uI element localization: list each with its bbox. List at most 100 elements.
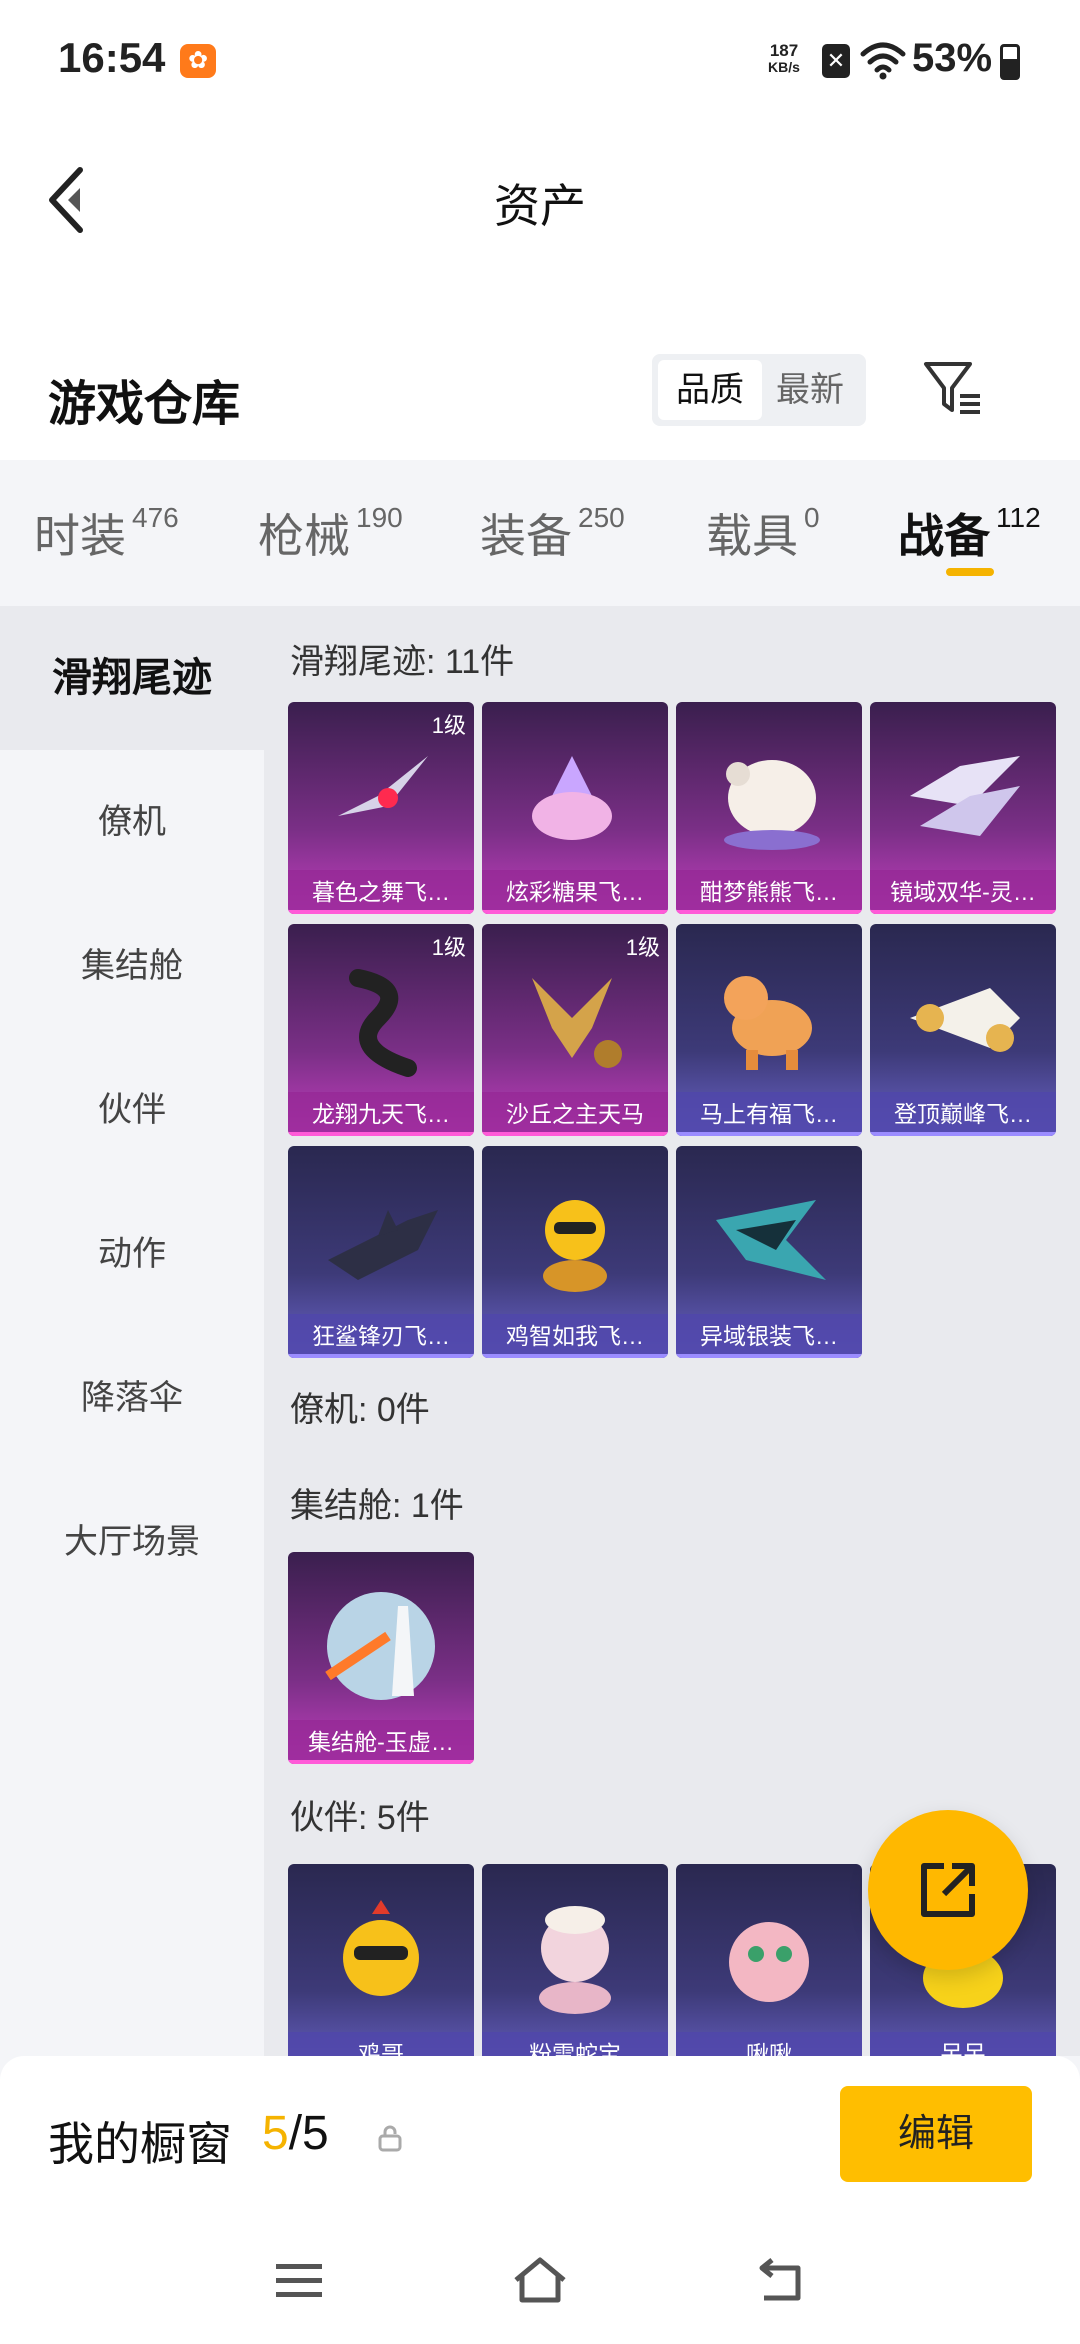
tab-fashion[interactable]: 时装 476 xyxy=(34,500,179,566)
item-name: 鸡智如我飞… xyxy=(482,1314,668,1358)
item-name: 粉雪蛇宝 xyxy=(482,2032,668,2056)
tab-count: 190 xyxy=(356,502,403,533)
horse-glider-icon xyxy=(724,976,812,1070)
sidebar-item-partner[interactable]: 伙伴 xyxy=(0,1038,264,1182)
tab-label: 载具 xyxy=(706,510,798,562)
status-bar: 16:54 ✿ 187 KB/s ✕ 53% xyxy=(0,0,1080,120)
tab-battle-prep[interactable]: 战备 112 xyxy=(898,500,1041,566)
filter-icon[interactable] xyxy=(920,356,986,422)
sort-quality-button[interactable]: 品质 xyxy=(658,360,762,420)
active-tab-indicator xyxy=(946,568,994,576)
item-name: 酣梦熊熊飞… xyxy=(676,870,862,914)
glider-art-icon xyxy=(338,756,428,816)
item-card[interactable]: 粉雪蛇宝 xyxy=(482,1864,668,2056)
showcase-title: 我的橱窗 xyxy=(48,2118,232,2170)
section-title-pod: 集结舱: 1件 xyxy=(290,1487,464,1525)
shark-glider-icon xyxy=(328,1210,438,1280)
tab-label: 时装 xyxy=(34,510,126,562)
chicken-partner-icon xyxy=(343,1900,419,1996)
showcase-separator: / xyxy=(288,2107,303,2160)
tab-vehicles[interactable]: 载具 0 xyxy=(706,500,820,566)
item-card[interactable]: 1级 龙翔九天飞… xyxy=(288,924,474,1136)
item-name: 异域银装飞… xyxy=(676,1314,862,1358)
item-name: 啾啾 xyxy=(676,2032,862,2056)
sidebar-item-pod[interactable]: 集结舱 xyxy=(0,894,264,1038)
item-name: 集结舱-玉虚… xyxy=(288,1720,474,1764)
pod-art-icon xyxy=(325,1592,435,1700)
section-title-partner: 伙伴: 5件 xyxy=(290,1799,430,1837)
tab-count: 476 xyxy=(132,502,179,533)
crystal-glider-icon xyxy=(910,756,1020,836)
item-card[interactable]: 马上有福飞… xyxy=(676,924,862,1136)
tab-count: 250 xyxy=(578,502,625,533)
page-title: 资产 xyxy=(494,180,586,232)
item-card[interactable]: 炫彩糖果飞… xyxy=(482,702,668,914)
pegasus-glider-icon xyxy=(532,978,622,1068)
sort-toggle: 品质 最新 xyxy=(652,354,866,426)
status-time: 16:54 xyxy=(58,34,166,81)
sort-newest-button[interactable]: 最新 xyxy=(758,360,862,420)
item-name: 龙翔九天飞… xyxy=(288,1092,474,1136)
dragon-glider-icon xyxy=(349,969,417,1077)
tab-equipment[interactable]: 装备 250 xyxy=(480,500,625,566)
bird-partner-icon xyxy=(729,1922,809,2002)
item-card[interactable]: 1级 沙丘之主天马 xyxy=(482,924,668,1136)
warehouse-title: 游戏仓库 xyxy=(48,378,241,431)
showcase-current: 5 xyxy=(262,2107,289,2160)
net-speed-unit: KB/s xyxy=(768,59,800,75)
sidebar-item-parachute[interactable]: 降落伞 xyxy=(0,1326,264,1470)
chicken-glider-icon xyxy=(543,1200,607,1292)
sidebar-item-wingman[interactable]: 僚机 xyxy=(0,750,264,894)
sidebar-item-emote[interactable]: 动作 xyxy=(0,1182,264,1326)
wifi-icon xyxy=(860,42,906,80)
item-name: 呆呆 xyxy=(870,2032,1056,2056)
item-card[interactable]: 鸡哥 xyxy=(288,1864,474,2056)
sidebar-item-lobby-scene[interactable]: 大厅场景 xyxy=(0,1470,264,1614)
item-card[interactable]: 啾啾 xyxy=(676,1864,862,2056)
net-speed: 187 KB/s xyxy=(760,42,808,76)
item-name: 沙丘之主天马 xyxy=(482,1092,668,1136)
warehouse-header: 游戏仓库 品质 最新 xyxy=(0,330,1080,460)
item-card[interactable]: 镜域双华-灵… xyxy=(870,702,1056,914)
menu-icon[interactable] xyxy=(270,2256,330,2306)
item-name: 镜域双华-灵… xyxy=(870,870,1056,914)
battery-percent: 53% xyxy=(912,36,993,80)
showcase-max: 5 xyxy=(302,2107,329,2160)
share-floating-button[interactable] xyxy=(868,1810,1028,1970)
back-icon[interactable] xyxy=(750,2256,810,2306)
tab-count: 112 xyxy=(996,502,1041,533)
wing-glider-icon xyxy=(716,1200,826,1280)
tab-count: 0 xyxy=(804,502,820,533)
item-card[interactable]: 酣梦熊熊飞… xyxy=(676,702,862,914)
item-name: 炫彩糖果飞… xyxy=(482,870,668,914)
tab-label: 装备 xyxy=(480,510,572,562)
item-name: 狂鲨锋刃飞… xyxy=(288,1314,474,1358)
share-external-icon xyxy=(921,1863,975,1917)
net-speed-value: 187 xyxy=(769,41,799,60)
candy-glider-icon xyxy=(532,756,612,840)
item-name: 鸡哥 xyxy=(288,2032,474,2056)
item-card[interactable]: 异域银装飞… xyxy=(676,1146,862,1358)
snake-partner-icon xyxy=(539,1906,611,2014)
item-card[interactable]: 集结舱-玉虚… xyxy=(288,1552,474,1764)
tab-label: 战备 xyxy=(898,510,990,562)
item-card[interactable]: 鸡智如我飞… xyxy=(482,1146,668,1358)
item-card[interactable]: 1级 暮色之舞飞… xyxy=(288,702,474,914)
no-sim-icon: ✕ xyxy=(822,44,850,78)
sidebar: 滑翔尾迹 僚机 集结舱 伙伴 动作 降落伞 大厅场景 xyxy=(0,606,264,2056)
showcase-count: 5/5 xyxy=(262,2106,329,2161)
system-nav-bar xyxy=(0,2210,1080,2344)
section-title-wingman: 僚机: 0件 xyxy=(290,1391,430,1429)
battery-icon xyxy=(1000,44,1020,80)
sidebar-item-glide-trail[interactable]: 滑翔尾迹 xyxy=(0,606,264,750)
category-tabs: 时装 476 枪械 190 装备 250 载具 0 战备 112 xyxy=(0,460,1080,606)
item-name: 暮色之舞飞… xyxy=(288,870,474,914)
item-card[interactable]: 登顶巅峰飞… xyxy=(870,924,1056,1136)
item-card[interactable]: 狂鲨锋刃飞… xyxy=(288,1146,474,1358)
tab-weapons[interactable]: 枪械 190 xyxy=(258,500,403,566)
home-icon[interactable] xyxy=(510,2256,570,2306)
bear-glider-icon xyxy=(724,760,820,850)
section-title-glide-trail: 滑翔尾迹: 11件 xyxy=(290,643,515,681)
edit-button[interactable]: 编辑 xyxy=(840,2086,1032,2182)
title-bar: 资产 xyxy=(0,120,1080,330)
